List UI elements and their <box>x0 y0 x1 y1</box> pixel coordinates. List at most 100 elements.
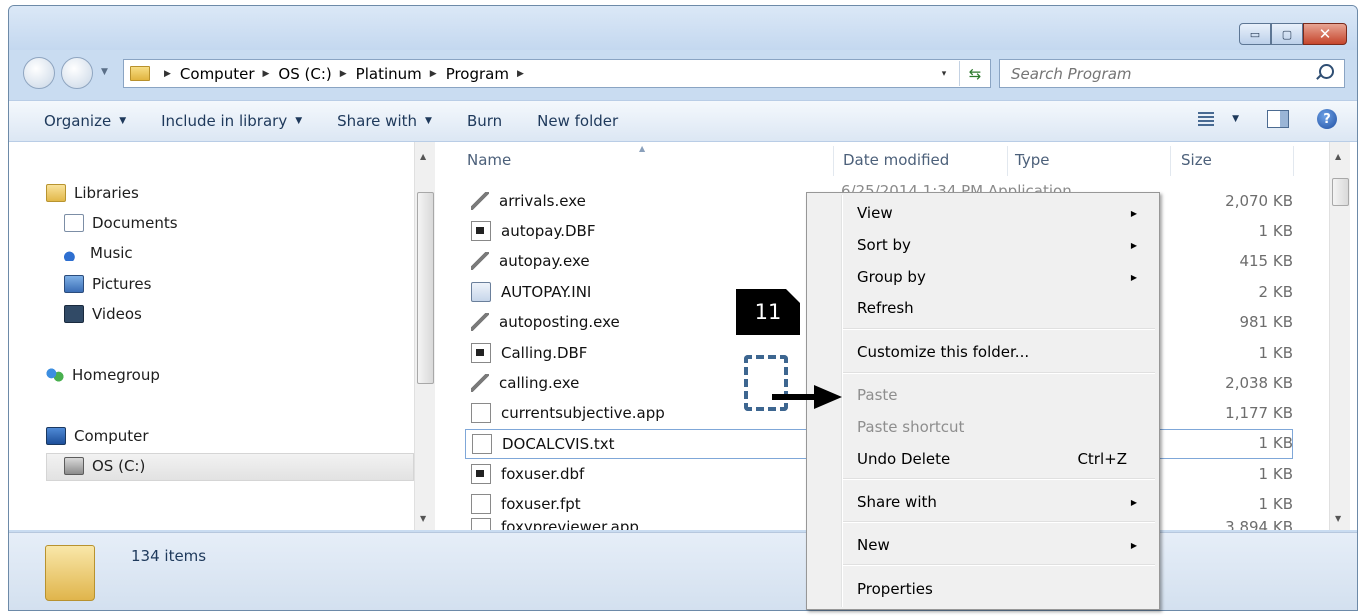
menu-item-group-by[interactable]: Group by ▶ <box>809 263 1155 291</box>
file-size: 981 KB <box>1239 313 1293 331</box>
file-list-scrollbar-thumb[interactable] <box>1332 178 1349 206</box>
submenu-arrow-icon: ▶ <box>1130 497 1137 507</box>
breadcrumb-separator-icon[interactable]: ▶ <box>430 69 437 79</box>
menu-item-label: Share with <box>857 493 937 511</box>
search-input[interactable] <box>1009 63 1303 84</box>
nav-item-computer[interactable]: Computer <box>46 427 149 445</box>
nav-item-videos[interactable]: Videos <box>64 305 142 323</box>
burn-button[interactable]: Burn <box>467 112 502 130</box>
file-name: autopay.exe <box>499 252 590 270</box>
menu-item-sort-by[interactable]: Sort by ▶ <box>809 231 1155 259</box>
share-with-menu[interactable]: Share with ▼ <box>337 112 432 130</box>
recent-pages-chevron-icon[interactable]: ▼ <box>101 67 108 77</box>
breadcrumb-os-c[interactable]: OS (C:) <box>278 65 331 83</box>
pictures-icon <box>64 275 84 293</box>
menu-item-paste-shortcut[interactable]: Paste shortcut <box>809 413 1155 441</box>
menu-item-undo-delete[interactable]: Undo Delete Ctrl+Z <box>809 445 1155 473</box>
file-icon <box>471 494 491 514</box>
organize-menu[interactable]: Organize ▼ <box>44 112 126 130</box>
menu-item-label: Sort by <box>857 236 911 254</box>
breadcrumb-separator-icon[interactable]: ▶ <box>263 69 270 79</box>
scroll-up-icon[interactable]: ▲ <box>1335 152 1341 161</box>
change-view-icon[interactable] <box>1198 112 1215 126</box>
back-button[interactable] <box>23 57 55 89</box>
menu-item-shortcut: Ctrl+Z <box>1077 450 1127 468</box>
close-button[interactable]: ✕ <box>1303 23 1347 45</box>
breadcrumb-separator-icon[interactable]: ▶ <box>164 69 171 79</box>
nav-item-label: Libraries <box>74 184 139 202</box>
file-name: DOCALCVIS.txt <box>502 435 615 453</box>
menu-separator <box>843 521 1155 523</box>
menu-item-label: Customize this folder... <box>857 343 1030 361</box>
nav-item-documents[interactable]: Documents <box>64 214 178 232</box>
menu-item-refresh[interactable]: Refresh <box>809 294 1155 322</box>
file-name: currentsubjective.app <box>501 404 665 422</box>
menu-item-new[interactable]: New ▶ <box>809 531 1155 559</box>
maximize-button[interactable]: ▢ <box>1271 23 1303 45</box>
nav-item-music[interactable]: Music <box>64 244 133 262</box>
file-size: 1 KB <box>1258 222 1293 240</box>
breadcrumb-separator-icon[interactable]: ▶ <box>340 69 347 79</box>
menu-item-view[interactable]: View ▶ <box>809 199 1155 227</box>
nav-item-label: Pictures <box>92 275 152 293</box>
nav-scrollbar-thumb[interactable] <box>417 192 434 384</box>
help-icon[interactable]: ? <box>1317 109 1337 129</box>
title-bar: ▭ ▢ ✕ <box>9 6 1357 50</box>
toolbar-right-group: ▼ ? <box>1198 109 1337 129</box>
nav-item-libraries[interactable]: Libraries <box>46 184 139 202</box>
nav-item-homegroup[interactable]: Homegroup <box>46 366 160 384</box>
column-size[interactable]: Size <box>1181 151 1212 169</box>
nav-item-label: Videos <box>92 305 142 323</box>
context-menu: View ▶ Sort by ▶ Group by ▶ Refresh Customi… <box>806 192 1160 610</box>
menu-item-label: Paste <box>857 386 898 404</box>
scroll-down-icon[interactable]: ▼ <box>1335 514 1341 523</box>
scroll-down-icon[interactable]: ▼ <box>420 514 426 523</box>
column-divider[interactable] <box>833 146 834 176</box>
address-bar[interactable]: ▶ Computer ▶ OS (C:) ▶ Platinum ▶ Progra… <box>123 59 991 88</box>
search-icon[interactable] <box>1319 64 1334 79</box>
breadcrumb-platinum[interactable]: Platinum <box>356 65 422 83</box>
nav-item-label: Computer <box>74 427 149 445</box>
menu-item-customize-folder[interactable]: Customize this folder... <box>809 338 1155 366</box>
column-date-modified[interactable]: Date modified <box>843 151 949 169</box>
submenu-arrow-icon: ▶ <box>1130 240 1137 250</box>
menu-item-properties[interactable]: Properties <box>809 575 1155 603</box>
menu-item-label: Undo Delete <box>857 450 951 468</box>
breadcrumb-computer[interactable]: Computer <box>180 65 255 83</box>
nav-scrollbar[interactable]: ▲ ▼ <box>414 142 435 530</box>
chevron-down-icon: ▼ <box>295 116 303 126</box>
column-divider[interactable] <box>1170 146 1171 176</box>
forward-button[interactable] <box>61 57 93 89</box>
menu-item-share-with[interactable]: Share with ▶ <box>809 488 1155 516</box>
file-name: foxypreviewer.app <box>501 518 639 530</box>
folder-icon <box>130 66 150 81</box>
file-size: 415 KB <box>1239 252 1293 270</box>
file-name: Calling.DBF <box>501 344 588 362</box>
column-divider[interactable] <box>1007 146 1008 176</box>
scroll-up-icon[interactable]: ▲ <box>420 152 426 161</box>
column-name[interactable]: Name <box>467 151 511 169</box>
chevron-down-icon[interactable]: ▼ <box>1232 114 1239 124</box>
refresh-icon[interactable]: ⇆ <box>959 61 990 86</box>
nav-item-pictures[interactable]: Pictures <box>64 275 151 293</box>
column-type[interactable]: Type <box>1015 151 1049 169</box>
submenu-arrow-icon: ▶ <box>1130 540 1137 550</box>
preview-pane-icon[interactable] <box>1267 110 1289 128</box>
breadcrumb-program[interactable]: Program <box>446 65 509 83</box>
nav-item-os-c[interactable]: OS (C:) <box>64 457 145 475</box>
minimize-button[interactable]: ▭ <box>1239 23 1271 45</box>
include-in-library-menu[interactable]: Include in library ▼ <box>161 112 302 130</box>
file-list-scrollbar[interactable]: ▲ ▼ <box>1329 142 1350 530</box>
callout-highlight-box <box>744 355 788 411</box>
column-divider[interactable] <box>1293 146 1294 176</box>
file-name: AUTOPAY.INI <box>501 283 592 301</box>
menu-item-label: New <box>857 536 890 554</box>
breadcrumb-separator-icon[interactable]: ▶ <box>517 69 524 79</box>
file-name: autoposting.exe <box>499 313 620 331</box>
search-box[interactable] <box>999 59 1345 88</box>
address-dropdown-icon[interactable]: ▾ <box>929 69 959 79</box>
submenu-arrow-icon: ▶ <box>1130 272 1137 282</box>
menu-item-paste[interactable]: Paste <box>809 381 1155 409</box>
new-folder-button[interactable]: New folder <box>537 112 618 130</box>
dbf-icon <box>471 343 491 363</box>
